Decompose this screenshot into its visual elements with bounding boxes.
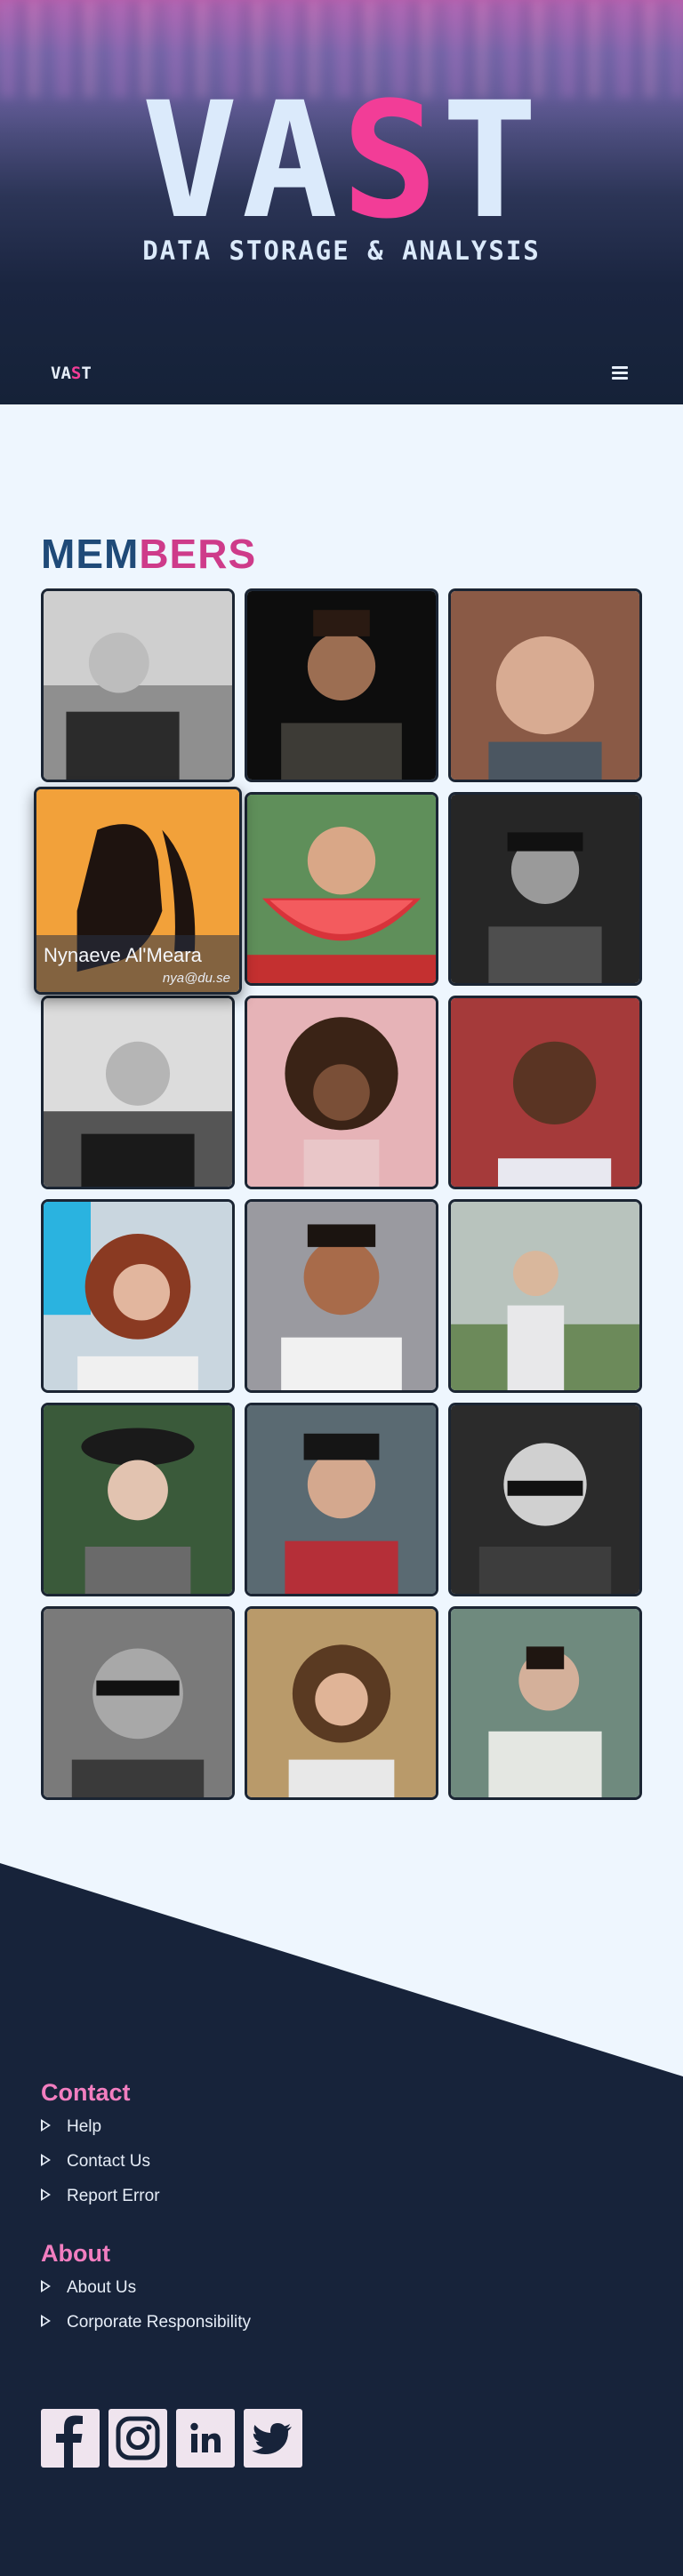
member-photo-1[interactable] xyxy=(41,588,235,782)
triangle-right-icon xyxy=(41,2314,51,2327)
member-photo-18[interactable] xyxy=(448,1606,642,1800)
about-heading: About xyxy=(41,2240,110,2267)
member-photo-9[interactable] xyxy=(448,996,642,1189)
member-photo-16[interactable] xyxy=(41,1606,235,1800)
member-name: Nynaeve Al'Meara xyxy=(44,944,202,966)
hero-subtitle: DATA STORAGE & ANALYSIS xyxy=(142,236,541,266)
members-grid: Nynaeve Al'Meara nya@du.se xyxy=(34,588,642,1800)
member-photo-6[interactable] xyxy=(448,792,642,986)
top-navbar: VAST xyxy=(0,351,683,394)
triangle-right-icon xyxy=(41,2188,51,2201)
member-photo-13[interactable] xyxy=(41,1403,235,1596)
member-photo-2[interactable] xyxy=(245,588,438,782)
triangle-right-icon xyxy=(41,2118,51,2132)
member-photo-8[interactable] xyxy=(245,996,438,1189)
footer-link-report-error[interactable]: Report Error xyxy=(41,2187,160,2208)
member-photo-10[interactable] xyxy=(41,1199,235,1393)
footer-link-contact-us[interactable]: Contact Us xyxy=(41,2152,150,2173)
nav-logo[interactable]: VAST xyxy=(51,364,92,383)
member-photo-4-hovered[interactable]: Nynaeve Al'Meara nya@du.se xyxy=(34,787,242,995)
footer-background xyxy=(0,1863,683,2576)
member-email[interactable]: nya@du.se xyxy=(163,971,230,986)
hamburger-icon[interactable] xyxy=(612,364,631,381)
member-photo-5[interactable] xyxy=(245,792,438,986)
twitter-icon[interactable] xyxy=(244,2409,302,2468)
member-photo-14[interactable] xyxy=(245,1403,438,1596)
footer-link-corporate-responsibility[interactable]: Corporate Responsibility xyxy=(41,2313,251,2334)
instagram-icon[interactable] xyxy=(108,2409,167,2468)
member-caption: Nynaeve Al'Meara nya@du.se xyxy=(36,935,239,992)
footer-link-help[interactable]: Help xyxy=(41,2117,101,2139)
member-photo-7[interactable] xyxy=(41,996,235,1189)
site-footer xyxy=(0,1863,683,2576)
triangle-right-icon xyxy=(41,2153,51,2166)
member-photo-15[interactable] xyxy=(448,1403,642,1596)
linkedin-icon[interactable] xyxy=(176,2409,235,2468)
footer-link-about-us[interactable]: About Us xyxy=(41,2278,136,2300)
member-photo-11[interactable] xyxy=(245,1199,438,1393)
facebook-icon[interactable] xyxy=(41,2409,100,2468)
member-photo-3[interactable] xyxy=(448,588,642,782)
contact-heading: Contact xyxy=(41,2079,131,2106)
members-heading: MEMBERS xyxy=(41,531,257,577)
member-photo-12[interactable] xyxy=(448,1199,642,1393)
hero-banner: VAST DATA STORAGE & ANALYSIS VAST xyxy=(0,0,683,404)
member-photo-17[interactable] xyxy=(245,1606,438,1800)
triangle-right-icon xyxy=(41,2279,51,2292)
hero-title: VAST xyxy=(141,68,542,254)
